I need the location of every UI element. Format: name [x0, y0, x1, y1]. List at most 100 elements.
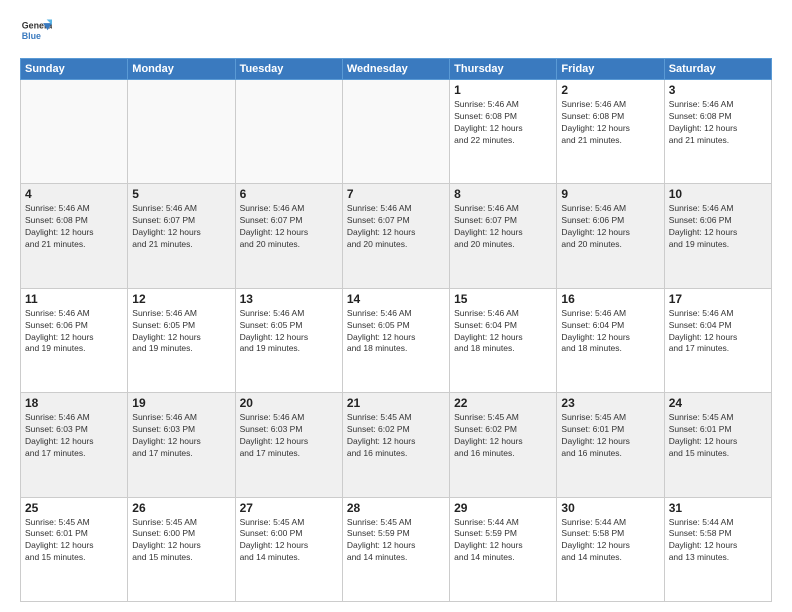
calendar-cell: 23 Sunrise: 5:45 AM Sunset: 6:01 PM Dayli…	[557, 393, 664, 497]
day-number: 11	[25, 292, 123, 306]
day-number: 29	[454, 501, 552, 515]
day-number: 2	[561, 83, 659, 97]
calendar-cell: 11 Sunrise: 5:46 AM Sunset: 6:06 PM Dayli…	[21, 288, 128, 392]
day-info: Sunrise: 5:45 AM Sunset: 6:00 PM Dayligh…	[240, 517, 338, 565]
day-info: Sunrise: 5:46 AM Sunset: 6:03 PM Dayligh…	[240, 412, 338, 460]
calendar-cell: 22Sunrise: 5:45 AM Sunset: 6:02 PM Dayli…	[450, 393, 557, 497]
calendar-cell: 6 Sunrise: 5:46 AM Sunset: 6:07 PM Daylig…	[235, 184, 342, 288]
calendar-cell: 7 Sunrise: 5:46 AM Sunset: 6:07 PM Daylig…	[342, 184, 449, 288]
day-number: 24	[669, 396, 767, 410]
day-number: 27	[240, 501, 338, 515]
logo: General Blue	[20, 16, 52, 48]
calendar-table: SundayMondayTuesdayWednesdayThursdayFrid…	[20, 58, 772, 602]
day-info: Sunrise: 5:46 AM Sunset: 6:03 PM Dayligh…	[25, 412, 123, 460]
day-number: 4	[25, 187, 123, 201]
day-number: 28	[347, 501, 445, 515]
day-info: Sunrise: 5:46 AM Sunset: 6:08 PM Dayligh…	[454, 99, 552, 147]
day-number: 1	[454, 83, 552, 97]
weekday-header-row: SundayMondayTuesdayWednesdayThursdayFrid…	[21, 59, 772, 80]
day-info: Sunrise: 5:46 AM Sunset: 6:06 PM Dayligh…	[669, 203, 767, 251]
calendar-cell: 25Sunrise: 5:45 AM Sunset: 6:01 PM Dayli…	[21, 497, 128, 601]
calendar-cell: 9 Sunrise: 5:46 AM Sunset: 6:06 PM Daylig…	[557, 184, 664, 288]
day-number: 25	[25, 501, 123, 515]
week-row-4: 25Sunrise: 5:45 AM Sunset: 6:01 PM Dayli…	[21, 497, 772, 601]
week-row-0: 1 Sunrise: 5:46 AM Sunset: 6:08 PM Daylig…	[21, 80, 772, 184]
calendar-cell	[235, 80, 342, 184]
weekday-header-thursday: Thursday	[450, 59, 557, 80]
calendar-cell: 5Sunrise: 5:46 AM Sunset: 6:07 PM Daylig…	[128, 184, 235, 288]
day-info: Sunrise: 5:46 AM Sunset: 6:04 PM Dayligh…	[561, 308, 659, 356]
day-info: Sunrise: 5:46 AM Sunset: 6:06 PM Dayligh…	[25, 308, 123, 356]
weekday-header-monday: Monday	[128, 59, 235, 80]
day-number: 15	[454, 292, 552, 306]
day-info: Sunrise: 5:45 AM Sunset: 6:02 PM Dayligh…	[454, 412, 552, 460]
calendar-cell: 16 Sunrise: 5:46 AM Sunset: 6:04 PM Dayli…	[557, 288, 664, 392]
calendar-cell: 30 Sunrise: 5:44 AM Sunset: 5:58 PM Dayli…	[557, 497, 664, 601]
calendar-cell: 15 Sunrise: 5:46 AM Sunset: 6:04 PM Dayli…	[450, 288, 557, 392]
day-number: 26	[132, 501, 230, 515]
day-info: Sunrise: 5:46 AM Sunset: 6:05 PM Dayligh…	[347, 308, 445, 356]
calendar-cell: 31Sunrise: 5:44 AM Sunset: 5:58 PM Dayli…	[664, 497, 771, 601]
day-number: 18	[25, 396, 123, 410]
day-info: Sunrise: 5:46 AM Sunset: 6:07 PM Dayligh…	[347, 203, 445, 251]
day-number: 9	[561, 187, 659, 201]
day-number: 20	[240, 396, 338, 410]
page: General Blue SundayMondayTuesdayWednesda…	[0, 0, 792, 612]
day-number: 16	[561, 292, 659, 306]
calendar-cell: 28 Sunrise: 5:45 AM Sunset: 5:59 PM Dayli…	[342, 497, 449, 601]
day-info: Sunrise: 5:45 AM Sunset: 6:01 PM Dayligh…	[561, 412, 659, 460]
calendar-cell	[342, 80, 449, 184]
calendar-cell: 19 Sunrise: 5:46 AM Sunset: 6:03 PM Dayli…	[128, 393, 235, 497]
day-info: Sunrise: 5:46 AM Sunset: 6:05 PM Dayligh…	[132, 308, 230, 356]
week-row-3: 18 Sunrise: 5:46 AM Sunset: 6:03 PM Dayli…	[21, 393, 772, 497]
day-number: 5	[132, 187, 230, 201]
day-number: 14	[347, 292, 445, 306]
calendar-cell: 14 Sunrise: 5:46 AM Sunset: 6:05 PM Dayli…	[342, 288, 449, 392]
day-info: Sunrise: 5:46 AM Sunset: 6:08 PM Dayligh…	[561, 99, 659, 147]
day-info: Sunrise: 5:46 AM Sunset: 6:05 PM Dayligh…	[240, 308, 338, 356]
day-info: Sunrise: 5:45 AM Sunset: 6:01 PM Dayligh…	[669, 412, 767, 460]
calendar-cell: 8 Sunrise: 5:46 AM Sunset: 6:07 PM Daylig…	[450, 184, 557, 288]
logo-icon: General Blue	[20, 16, 52, 48]
day-info: Sunrise: 5:46 AM Sunset: 6:06 PM Dayligh…	[561, 203, 659, 251]
header: General Blue	[20, 16, 772, 48]
day-info: Sunrise: 5:46 AM Sunset: 6:04 PM Dayligh…	[454, 308, 552, 356]
day-info: Sunrise: 5:46 AM Sunset: 6:03 PM Dayligh…	[132, 412, 230, 460]
day-info: Sunrise: 5:45 AM Sunset: 6:00 PM Dayligh…	[132, 517, 230, 565]
weekday-header-saturday: Saturday	[664, 59, 771, 80]
day-info: Sunrise: 5:45 AM Sunset: 5:59 PM Dayligh…	[347, 517, 445, 565]
day-info: Sunrise: 5:46 AM Sunset: 6:07 PM Dayligh…	[454, 203, 552, 251]
calendar-cell: 13Sunrise: 5:46 AM Sunset: 6:05 PM Dayli…	[235, 288, 342, 392]
day-number: 3	[669, 83, 767, 97]
day-number: 6	[240, 187, 338, 201]
day-number: 8	[454, 187, 552, 201]
day-number: 23	[561, 396, 659, 410]
calendar-cell: 12 Sunrise: 5:46 AM Sunset: 6:05 PM Dayli…	[128, 288, 235, 392]
weekday-header-friday: Friday	[557, 59, 664, 80]
day-number: 12	[132, 292, 230, 306]
calendar-cell: 29Sunrise: 5:44 AM Sunset: 5:59 PM Dayli…	[450, 497, 557, 601]
day-info: Sunrise: 5:44 AM Sunset: 5:58 PM Dayligh…	[561, 517, 659, 565]
day-info: Sunrise: 5:46 AM Sunset: 6:08 PM Dayligh…	[25, 203, 123, 251]
calendar-cell	[21, 80, 128, 184]
day-number: 10	[669, 187, 767, 201]
day-number: 30	[561, 501, 659, 515]
svg-text:Blue: Blue	[22, 31, 41, 41]
week-row-2: 11 Sunrise: 5:46 AM Sunset: 6:06 PM Dayli…	[21, 288, 772, 392]
calendar-cell: 21Sunrise: 5:45 AM Sunset: 6:02 PM Dayli…	[342, 393, 449, 497]
day-number: 17	[669, 292, 767, 306]
week-row-1: 4 Sunrise: 5:46 AM Sunset: 6:08 PM Daylig…	[21, 184, 772, 288]
day-info: Sunrise: 5:45 AM Sunset: 6:02 PM Dayligh…	[347, 412, 445, 460]
day-number: 7	[347, 187, 445, 201]
day-info: Sunrise: 5:46 AM Sunset: 6:07 PM Dayligh…	[240, 203, 338, 251]
calendar-header: SundayMondayTuesdayWednesdayThursdayFrid…	[21, 59, 772, 80]
calendar-cell: 27 Sunrise: 5:45 AM Sunset: 6:00 PM Dayli…	[235, 497, 342, 601]
calendar-cell: 17Sunrise: 5:46 AM Sunset: 6:04 PM Dayli…	[664, 288, 771, 392]
calendar-cell: 26 Sunrise: 5:45 AM Sunset: 6:00 PM Dayli…	[128, 497, 235, 601]
calendar-cell: 10 Sunrise: 5:46 AM Sunset: 6:06 PM Dayli…	[664, 184, 771, 288]
calendar-cell: 2 Sunrise: 5:46 AM Sunset: 6:08 PM Daylig…	[557, 80, 664, 184]
day-number: 31	[669, 501, 767, 515]
calendar-cell: 1 Sunrise: 5:46 AM Sunset: 6:08 PM Daylig…	[450, 80, 557, 184]
day-number: 19	[132, 396, 230, 410]
weekday-header-wednesday: Wednesday	[342, 59, 449, 80]
